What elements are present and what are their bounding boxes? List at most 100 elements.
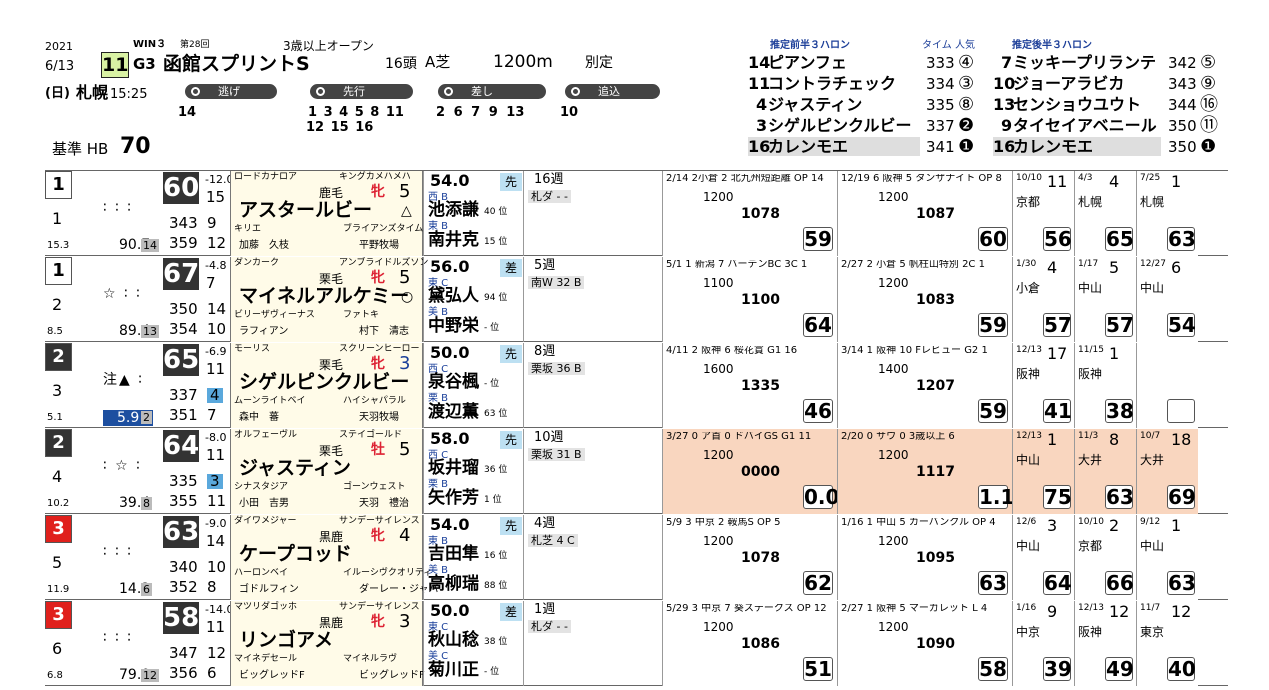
dam: ビリーザヴィーナス [234,310,315,320]
sex: 牝 [371,528,385,544]
past-venue: 東京 [1140,625,1165,639]
past-rating: 38 [1105,399,1134,423]
horse-number: 5 [52,553,63,572]
recent-race: 5/9 3 中京 2 鞍馬S OP 5 1200 1078 62 [662,515,837,600]
sire-line: アンブライドルズソン [339,258,429,268]
prediction-marks: 注▲ ∶ [103,372,144,388]
grade: G3 [133,55,156,73]
past-venue: 中山 [1078,281,1103,295]
horse-number: 3 [52,381,63,400]
breeder: 平野牧場 [359,240,399,251]
owner: 加藤 久枝 [239,240,289,251]
race-time: 1335 [741,378,780,394]
recent-race: 5/29 3 中京 7 葵ステークス OP 12 1200 1086 51 [662,601,837,686]
horse-mark: ○ [401,289,414,305]
trainer: 矢作芳 [428,488,479,508]
past-rating: 69 [1167,485,1196,509]
race-header: 2/14 2小倉 2 北九州短距離 OP 14 [666,174,824,184]
horse-number: 6 [52,639,63,658]
jockey: 黛弘人 [428,286,479,306]
past-date: 12/13 [1078,603,1104,613]
past-race: 4/3 4 札幌 65 [1074,171,1136,256]
jockey-cell: 56.0 東 C 黛弘人 94 位美 B 中野栄 - 位 [423,257,507,342]
dam: ムーンライトベイ [234,396,306,406]
past-venue: 札幌 [1140,195,1165,209]
race-rating: 58 [978,657,1008,681]
ranking-horse-no: 16 [748,137,771,156]
popularity-rank: 2 [141,411,152,424]
past-rating: 57 [1105,313,1134,337]
sub-time: 354 [169,320,198,338]
trainer: 菊川正 [428,660,479,680]
owner: 小田 吉男 [239,498,289,509]
recent-race: 4/11 2 阪神 6 桜花賞 G1 16 1600 1335 46 [662,343,837,428]
race-rating: 62 [803,571,833,595]
coat-color: 栗毛 [319,358,344,372]
past-rating: 56 [1043,227,1072,251]
past-date: 7/25 [1140,173,1161,183]
past-venue: 阪神 [1078,367,1103,381]
horse-row: 2 3 5.1 注▲ ∶ 5.9 2 65 -6.9 11 337 4 351 7 モーリス スクリーンヒー… [45,343,1228,428]
horse-info: モーリス スクリーンヒーロー 栗毛牝 3 シゲルピンクルビー ムーンライトベイ ハイシャパラ… [230,343,423,428]
age: 5 [399,181,411,202]
training-condition: 札ダ - - [528,190,571,203]
past-race: 1/30 4 小倉 57 [1012,257,1074,342]
past-finish: 6 [1171,258,1182,277]
venue: 札幌 [76,83,109,102]
ranking-horse-name: ミッキープリランテ [1013,53,1157,72]
time-label: タイム 人気 [922,40,975,51]
training-condition: 栗坂 36 B [528,362,585,375]
style-nige: 逃げ [185,84,277,99]
sub-time: 356 [169,664,198,682]
sire: マツリダゴッホ [234,602,298,612]
ranking-horse-no: 16 [993,137,1016,156]
training-condition: 栗坂 31 B [528,448,585,461]
horse-info: マツリダゴッホ サンデーサイレンス 黒鹿牝 3 リンゴアメ マイネデセール マイネルラヴ ビッ… [230,601,425,686]
trainer: 南井克 [428,230,479,250]
gate-number: 2 [45,343,72,371]
owner: 森中 蕃 [239,412,279,423]
win-label: WIN３ [133,39,167,50]
trainer-rate: 88 位 [484,581,508,591]
rest-weeks: 1週 [534,602,556,617]
base-value: 70 [120,134,151,159]
sire: ロードカナロア [234,172,298,182]
past-finish: 4 [1047,258,1058,277]
horse-mark: △ [401,203,412,219]
past-finish: 1 [1171,172,1182,191]
trainer-rate: - 位 [484,667,500,677]
dam-sire: ブライアンズタイム [343,224,424,234]
sire: ダイワメジャー [234,516,297,526]
sub-time: 340 [169,558,198,576]
ranking-horse-no: 10 [993,74,1016,93]
age: 3 [399,611,411,632]
gate-number: 2 [45,429,72,457]
sex: 牝 [371,270,385,286]
past-date: 10/10 [1078,517,1104,527]
gate-number: 1 [45,171,72,199]
weight: 50.0 [430,601,470,620]
race-rating: 59 [978,399,1008,423]
horse-row: 1 1 15.3 ∶ ∶ ∶ 90.7 14 60 -12.0 15 343 9 359 12 ロードカナ… [45,171,1228,256]
race-distance: 1200 [878,190,909,204]
popularity-rank: 12 [141,669,159,682]
race-distance: 1200 [703,534,734,548]
coat-color: 栗毛 [319,272,344,286]
front-title: 推定前半３ハロン [770,40,850,51]
horse-name: リンゴアメ [239,629,334,651]
age: 5 [399,439,411,460]
year: 2021 [45,40,73,53]
past-finish: 17 [1047,344,1068,363]
recent-race: 2/27 1 阪神 5 マーガレット L 4 1200 1090 58 [837,601,1012,686]
recent-race: 12/19 6 阪神 5 タンザナイト OP 8 1200 1087 60 [837,171,1012,256]
past-rating: 63 [1105,485,1134,509]
horse-info: ダンカーク アンブライドルズソン 栗毛牝 5 マイネルアルケミー ○ ビリーザヴィーナス ファ… [230,257,428,342]
odds-a: 5.1 [47,412,63,423]
ranking-popularity: ⑤ [1200,52,1217,73]
past-rating: 57 [1043,313,1072,337]
sub-time: 335 [169,472,198,490]
past-race: 12/13 12 阪神 49 [1074,601,1136,686]
jockey: 坂井瑠 [428,458,479,478]
past-race: 12/6 3 中山 64 [1012,515,1074,600]
race-distance: 1200 [703,620,734,634]
